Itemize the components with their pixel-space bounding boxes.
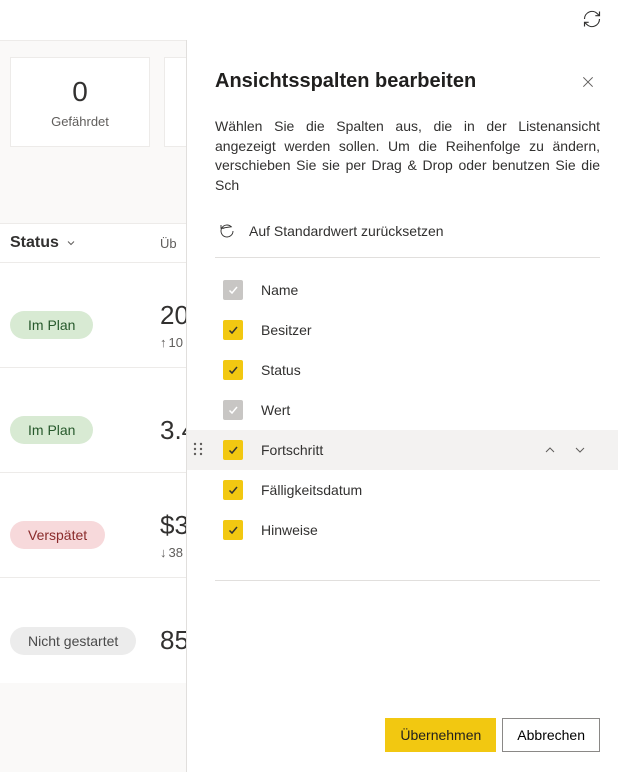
status-badge: Im Plan [10,311,93,339]
refresh-icon[interactable] [582,9,602,32]
column-checkbox[interactable] [223,320,243,340]
panel-description: Wählen Sie die Spalten aus, die in der L… [215,117,600,195]
column-item[interactable]: Besitzer [215,310,600,350]
column-item[interactable]: Fortschritt [187,430,618,470]
cancel-button[interactable]: Abbrechen [502,718,600,752]
card-label: Gefährdet [51,114,109,129]
column-label: Besitzer [261,322,592,338]
row-delta: ↑10 [160,335,189,350]
chevron-down-icon [65,237,77,249]
column-item[interactable]: Status [215,350,600,390]
move-up-icon[interactable] [542,442,558,458]
close-icon [580,74,596,90]
edit-columns-panel: Ansichtsspalten bearbeiten Wählen Sie di… [186,40,618,772]
row-delta: ↓38 [160,545,189,560]
column-checkbox [223,280,243,300]
summary-card: 0 Gefährdet [10,57,150,147]
column-reorder-actions [542,442,588,458]
card-value: 0 [72,76,88,108]
column-label: Name [261,282,592,298]
column-item[interactable]: Fälligkeitsdatum [215,470,600,510]
apply-button[interactable]: Übernehmen [385,718,496,752]
column-label: Hinweise [261,522,592,538]
arrow-down-icon: ↓ [160,545,167,560]
reset-label: Auf Standardwert zurücksetzen [249,223,444,239]
row-value: $3 [160,510,189,541]
column-checkbox[interactable] [223,520,243,540]
status-badge: Im Plan [10,416,93,444]
reset-icon [219,223,235,239]
panel-title: Ansichtsspalten bearbeiten [215,70,476,93]
column-checkbox[interactable] [223,360,243,380]
column-checkbox[interactable] [223,480,243,500]
column-checkbox [223,400,243,420]
column-item[interactable]: Name [215,270,600,310]
column-list: Name Besitzer Status Wert Fortschritt Fälligk… [215,270,600,550]
column-label: Fälligkeitsdatum [261,482,592,498]
column-label: Wert [261,402,592,418]
status-column-label: Status [10,234,59,252]
move-down-icon[interactable] [572,442,588,458]
status-column-header[interactable]: Status [10,234,160,252]
column-item[interactable]: Wert [215,390,600,430]
column-checkbox[interactable] [223,440,243,460]
column-label: Fortschritt [261,442,524,458]
column-label: Status [261,362,592,378]
close-button[interactable] [576,70,600,97]
row-value: 85 [160,625,189,656]
arrow-up-icon: ↑ [160,335,167,350]
status-badge: Nicht gestartet [10,627,136,655]
reset-defaults-button[interactable]: Auf Standardwert zurücksetzen [215,223,600,258]
drag-handle-icon[interactable] [193,442,203,459]
column-item[interactable]: Hinweise [215,510,600,550]
row-value: 20 [160,300,189,331]
status-badge: Verspätet [10,521,105,549]
